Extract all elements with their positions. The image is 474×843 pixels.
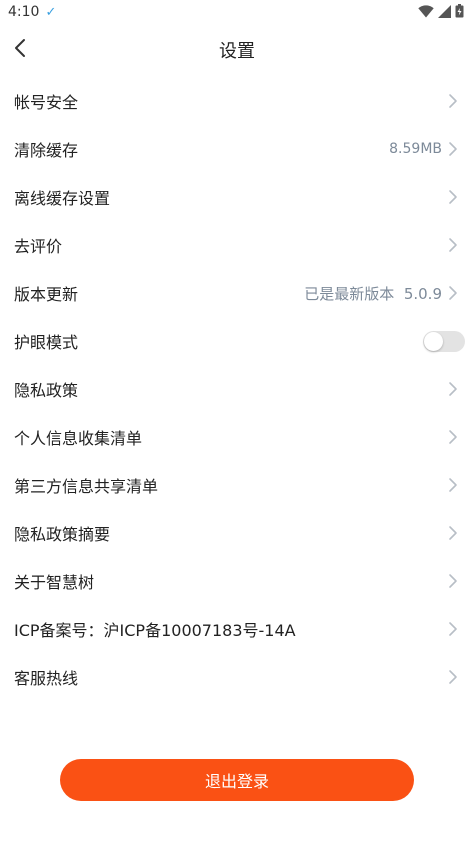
chevron-right-icon [449,430,457,444]
back-button[interactable] [8,37,32,63]
settings-item-third-party-list[interactable]: 第三方信息共享清单 [0,461,474,509]
settings-item-label: 离线缓存设置 [14,189,111,208]
row-right: 8.59MB [389,141,458,157]
row-right [448,93,458,109]
settings-item-privacy-summary[interactable]: 隐私政策摘要 [0,509,474,557]
settings-list: 帐号安全 清除缓存 8.59MB 离线缓存设置 去评价 版本更新 已是最新版本 … [0,77,474,701]
settings-item-label: 护眼模式 [14,333,79,352]
row-right [448,189,458,205]
chevron-right-icon [449,574,457,588]
chevron-right-icon [449,94,457,108]
settings-item-rate[interactable]: 去评价 [0,221,474,269]
row-right [448,669,458,685]
row-right [448,525,458,541]
signal-icon [438,3,451,22]
settings-item-hotline[interactable]: 客服热线 [0,653,474,701]
chevron-right-icon [449,238,457,252]
chevron-right-icon [449,382,457,396]
chevron-right-icon [449,142,457,156]
settings-item-privacy-policy[interactable]: 隐私政策 [0,365,474,413]
eye-care-toggle[interactable] [423,330,465,352]
row-right: 已是最新版本 5.0.9 [304,283,458,304]
settings-item-label: 客服热线 [14,669,79,688]
chevron-right-icon [449,478,457,492]
settings-item-about[interactable]: 关于智慧树 [0,557,474,605]
toggle-knob [424,331,443,351]
settings-item-version-update[interactable]: 版本更新 已是最新版本 5.0.9 [0,269,474,317]
battery-icon [455,3,464,22]
settings-item-label: 第三方信息共享清单 [14,477,159,496]
row-right [448,621,458,637]
settings-item-label: ICP备案号：沪ICP备10007183号-14A [14,621,296,640]
chevron-right-icon [449,622,457,636]
status-time: 4:10 [8,4,40,20]
check-icon: ✓ [45,4,57,20]
chevron-right-icon [449,526,457,540]
page-title: 设置 [219,41,255,62]
settings-item-label: 个人信息收集清单 [14,429,143,448]
status-right [418,3,464,22]
settings-item-account-security[interactable]: 帐号安全 [0,77,474,125]
settings-item-eye-care-mode: 护眼模式 [0,317,474,365]
settings-item-label: 隐私政策摘要 [14,525,111,544]
status-left: 4:10 ✓ [8,4,56,20]
settings-item-offline-cache[interactable]: 离线缓存设置 [0,173,474,221]
row-right [448,381,458,397]
settings-screen: 4:10 ✓ 设置 帐号安全 清除缓存 8.59MB 离线缓存设置 去评价 版本… [0,0,474,843]
logout-button[interactable]: 退出登录 [60,759,414,801]
row-right [448,429,458,445]
settings-item-label: 帐号安全 [14,93,79,112]
settings-item-icp-record[interactable]: ICP备案号：沪ICP备10007183号-14A [0,605,474,653]
chevron-right-icon [449,670,457,684]
row-right [448,573,458,589]
settings-item-label: 关于智慧树 [14,573,95,592]
settings-item-label: 清除缓存 [14,141,79,160]
settings-item-label: 去评价 [14,237,63,256]
row-right [448,237,458,253]
row-right [448,477,458,493]
settings-item-personal-info-list[interactable]: 个人信息收集清单 [0,413,474,461]
row-right [423,330,465,352]
settings-item-clear-cache[interactable]: 清除缓存 8.59MB [0,125,474,173]
wifi-icon [418,3,434,22]
version-status-value: 已是最新版本 5.0.9 [304,284,442,303]
back-chevron-icon [14,38,26,62]
chevron-right-icon [449,286,457,300]
settings-item-label: 版本更新 [14,285,79,304]
header-bar: 设置 [0,24,474,76]
status-bar: 4:10 ✓ [0,0,474,24]
settings-item-label: 隐私政策 [14,381,79,400]
cache-size-value: 8.59MB [389,141,442,157]
chevron-right-icon [449,190,457,204]
